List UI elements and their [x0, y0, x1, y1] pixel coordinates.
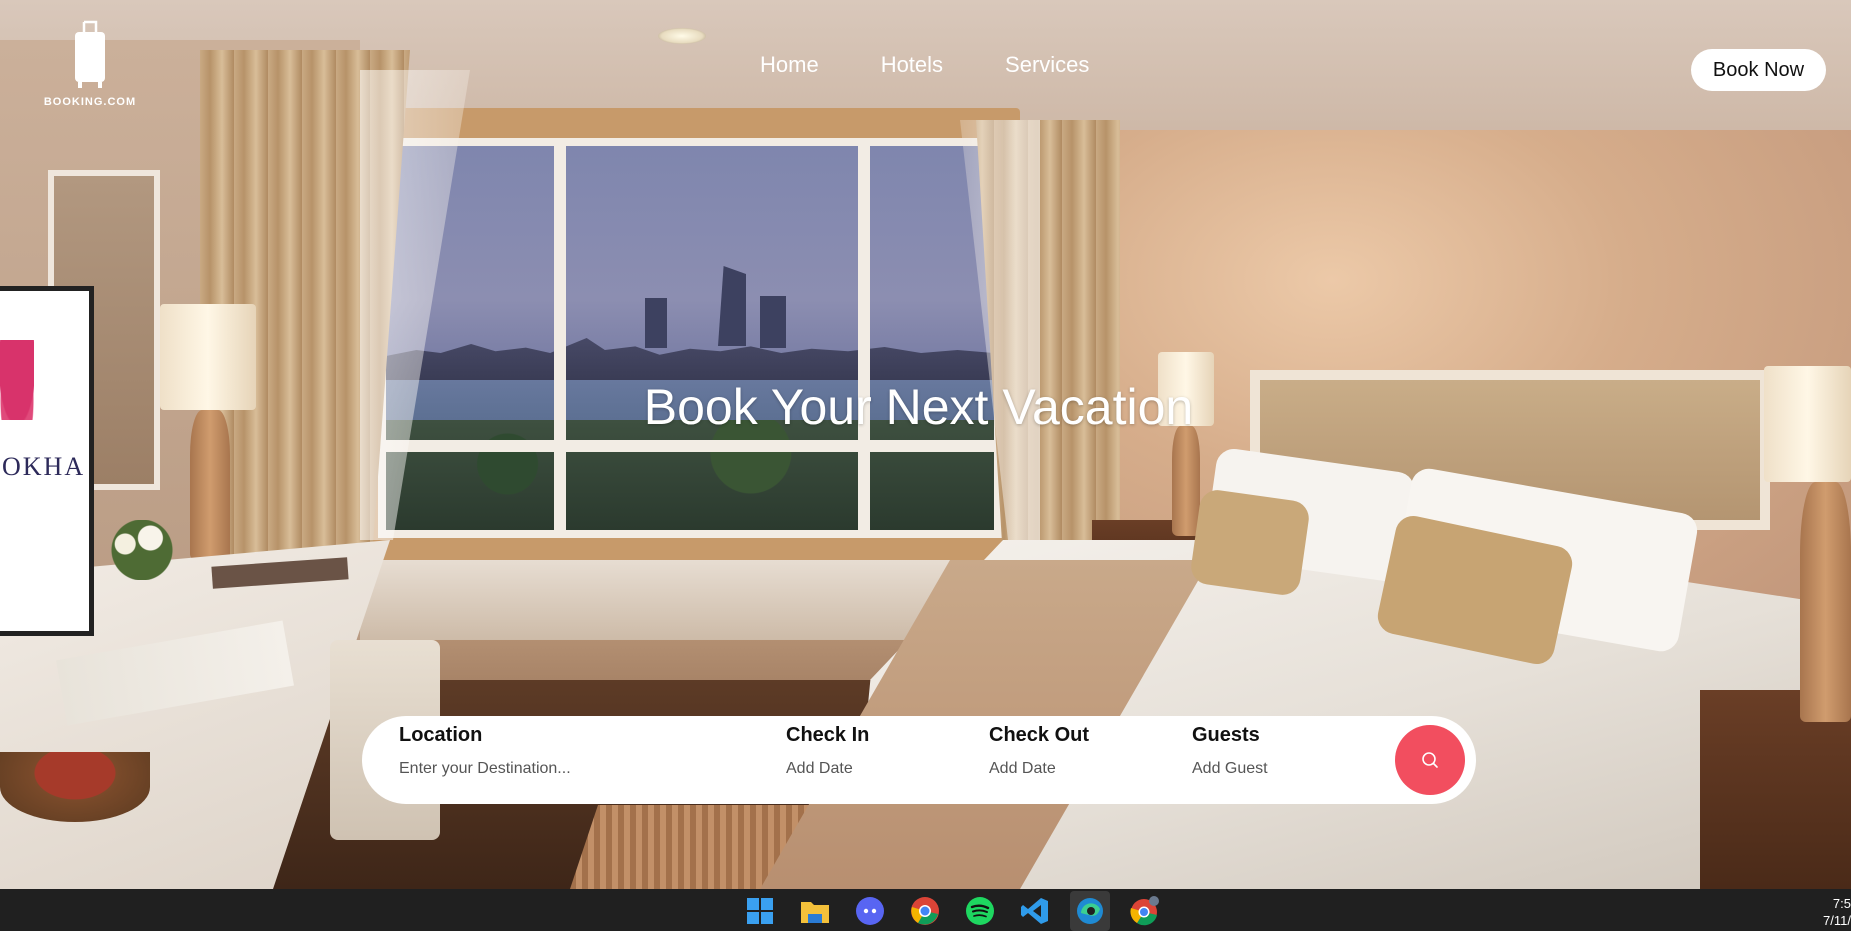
- suitcase-icon: [75, 20, 105, 88]
- search-icon: [1422, 752, 1438, 768]
- nav-services[interactable]: Services: [1005, 52, 1089, 84]
- guests-label: Guests: [1192, 724, 1260, 746]
- search-bar: Location Check In Add Date Check Out Add…: [362, 716, 1476, 804]
- check-out-value[interactable]: Add Date: [989, 760, 1056, 778]
- spotify-icon[interactable]: [960, 891, 1000, 931]
- clock-date: 7/11/: [1823, 913, 1851, 928]
- chrome-icon[interactable]: [905, 891, 945, 931]
- clock-time: 7:5: [1832, 896, 1851, 911]
- guests-value[interactable]: Add Guest: [1192, 760, 1268, 778]
- check-in-value[interactable]: Add Date: [786, 760, 853, 778]
- brand-logo[interactable]: BOOKING.COM: [40, 20, 140, 116]
- file-explorer-icon[interactable]: [795, 891, 835, 931]
- taskbar-apps: [740, 891, 1165, 931]
- bedside-lamp-base: [1800, 482, 1851, 722]
- flower-pot: [100, 520, 184, 580]
- window-transom: [378, 440, 1002, 452]
- search-button[interactable]: [1395, 725, 1465, 795]
- decorative-cushion: [1188, 487, 1312, 598]
- book-now-button[interactable]: Book Now: [1691, 49, 1826, 91]
- brand-name: BOOKING.COM: [43, 96, 137, 108]
- main-nav: Home Hotels Services: [760, 52, 1089, 84]
- chrome-profile-icon[interactable]: [1125, 891, 1165, 931]
- location-field: Location: [399, 716, 729, 804]
- check-in-label: Check In: [786, 724, 870, 746]
- hero-title: Book Your Next Vacation: [643, 379, 1194, 435]
- location-input[interactable]: [399, 760, 729, 778]
- window-mullion: [554, 138, 566, 538]
- edge-icon[interactable]: [1070, 891, 1110, 931]
- window-mullion: [858, 138, 870, 538]
- vscode-icon[interactable]: [1015, 891, 1055, 931]
- check-out-field[interactable]: Check Out Add Date: [989, 716, 1169, 804]
- skyscraper: [760, 296, 786, 348]
- guests-field[interactable]: Guests Add Guest: [1192, 716, 1372, 804]
- system-clock[interactable]: 7:5 7/11/: [1823, 895, 1851, 929]
- check-in-field[interactable]: Check In Add Date: [786, 716, 966, 804]
- tv-brand-text: OKHA: [2, 452, 86, 481]
- location-label: Location: [399, 724, 483, 746]
- discord-icon[interactable]: [850, 891, 890, 931]
- fruit-bowl: [0, 752, 150, 822]
- nav-home[interactable]: Home: [760, 52, 819, 84]
- bedside-lamp-base: [1172, 426, 1200, 536]
- skyscraper: [645, 298, 667, 348]
- windows-start-icon[interactable]: [740, 891, 780, 931]
- nav-hotels[interactable]: Hotels: [881, 52, 943, 84]
- check-out-label: Check Out: [989, 724, 1090, 746]
- ceiling-light: [658, 28, 706, 44]
- windows-taskbar: 7:5 7/11/: [0, 889, 1851, 931]
- trees: [386, 420, 994, 530]
